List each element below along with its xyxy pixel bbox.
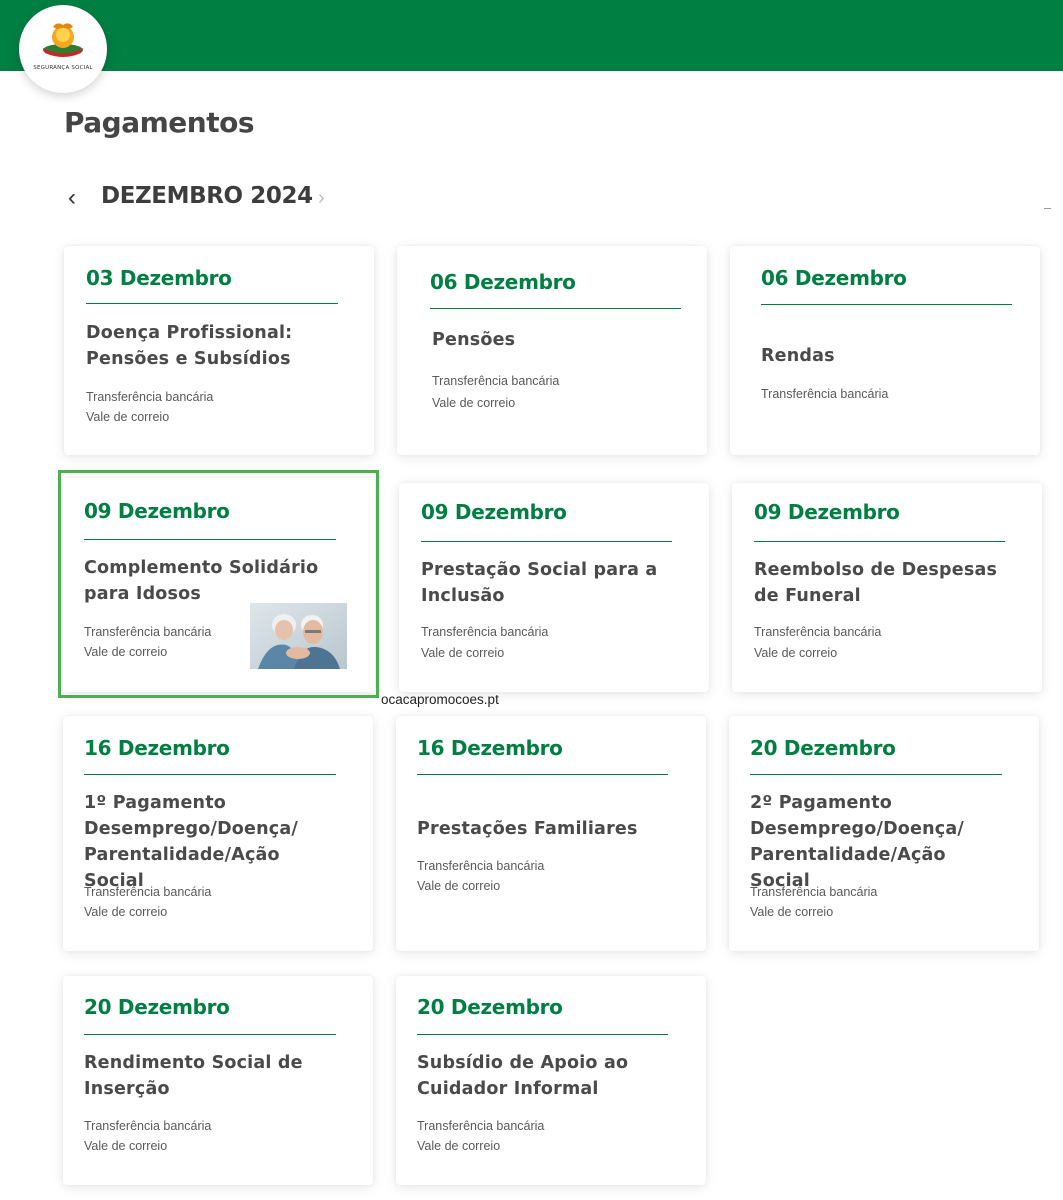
card-method: Vale de correio bbox=[754, 646, 838, 660]
card-date: 16 Dezembro bbox=[84, 736, 230, 760]
payment-card[interactable]: 03 Dezembro Doença Profissional: Pensões… bbox=[64, 246, 374, 455]
elderly-couple-photo bbox=[250, 603, 347, 669]
card-title: Complemento Solidário para Idosos bbox=[84, 558, 319, 604]
card-method: Vale de correio bbox=[417, 1139, 501, 1153]
card-divider bbox=[417, 774, 668, 775]
payment-card[interactable]: 16 Dezembro 1º Pagamento Desemprego/Doen… bbox=[63, 716, 373, 951]
card-date: 16 Dezembro bbox=[417, 736, 563, 760]
card-method: Transferência bancária bbox=[417, 1119, 545, 1133]
card-date: 06 Dezembro bbox=[761, 266, 907, 290]
card-title: Reembolso de Despesas de Funeral bbox=[754, 560, 998, 606]
card-method: Vale de correio bbox=[84, 645, 168, 659]
top-bar bbox=[0, 0, 1063, 71]
card-method: Transferência bancária bbox=[84, 885, 212, 899]
card-method: Transferência bancária bbox=[761, 387, 889, 401]
card-method: Transferência bancária bbox=[84, 1119, 212, 1133]
card-method: Transferência bancária bbox=[432, 374, 560, 388]
page-title: Pagamentos bbox=[64, 106, 255, 139]
card-divider bbox=[421, 541, 672, 542]
card-date: 03 Dezembro bbox=[86, 266, 232, 290]
card-divider bbox=[417, 1034, 668, 1035]
card-title: 1º Pagamento Desemprego/Doença/ Parental… bbox=[84, 793, 298, 891]
card-title: Pensões bbox=[432, 330, 516, 350]
payment-card[interactable]: 09 Dezembro Prestação Social para a Incl… bbox=[399, 483, 709, 692]
card-title: Rendimento Social de Inserção bbox=[84, 1053, 303, 1099]
card-title: Prestações Familiares bbox=[417, 819, 638, 839]
card-method: Transferência bancária bbox=[421, 625, 549, 639]
card-title: Rendas bbox=[761, 346, 835, 366]
payment-card[interactable]: 20 Dezembro Rendimento Social de Inserçã… bbox=[63, 976, 373, 1185]
card-date: 20 Dezembro bbox=[750, 736, 896, 760]
card-divider bbox=[84, 774, 336, 775]
card-divider bbox=[84, 539, 336, 540]
chevron-right-icon[interactable]: › bbox=[318, 183, 334, 213]
payment-card[interactable]: 06 Dezembro Pensões Transferência bancár… bbox=[397, 246, 707, 455]
logo-emblem-icon bbox=[43, 23, 83, 57]
card-method: Vale de correio bbox=[417, 879, 501, 893]
card-method: Transferência bancária bbox=[84, 625, 212, 639]
card-date: 09 Dezembro bbox=[84, 499, 230, 523]
card-date: 09 Dezembro bbox=[754, 500, 900, 524]
card-method: Vale de correio bbox=[84, 1139, 168, 1153]
payment-card[interactable]: 20 Dezembro Subsídio de Apoio ao Cuidado… bbox=[396, 976, 706, 1185]
card-method: Vale de correio bbox=[432, 396, 516, 410]
logo-text: SEGURANÇA SOCIAL bbox=[33, 65, 93, 71]
card-method: Transferência bancária bbox=[750, 885, 878, 899]
seguranca-social-logo[interactable]: SEGURANÇA SOCIAL bbox=[19, 5, 107, 93]
watermark-text: ocacapromocoes.pt bbox=[381, 692, 499, 707]
chevron-left-icon[interactable]: ‹ bbox=[68, 183, 88, 213]
card-date: 06 Dezembro bbox=[430, 270, 576, 294]
card-date: 20 Dezembro bbox=[84, 995, 230, 1019]
card-method: Transferência bancária bbox=[417, 859, 545, 873]
card-divider bbox=[430, 308, 681, 309]
card-title: Doença Profissional: Pensões e Subsídios bbox=[86, 323, 293, 369]
card-divider bbox=[84, 1034, 336, 1035]
divider bbox=[1044, 208, 1051, 209]
card-divider bbox=[86, 303, 338, 304]
card-divider bbox=[754, 541, 1005, 542]
card-method: Vale de correio bbox=[421, 646, 505, 660]
payment-card[interactable]: 06 Dezembro Rendas Transferência bancári… bbox=[730, 246, 1040, 455]
month-label: DEZEMBRO 2024 bbox=[101, 183, 313, 209]
card-date: 20 Dezembro bbox=[417, 995, 563, 1019]
card-method: Vale de correio bbox=[86, 410, 170, 424]
card-method: Transferência bancária bbox=[86, 390, 214, 404]
card-title: Prestação Social para a Inclusão bbox=[421, 560, 658, 606]
payment-card[interactable]: 20 Dezembro 2º Pagamento Desemprego/Doen… bbox=[729, 716, 1039, 951]
card-date: 09 Dezembro bbox=[421, 500, 567, 524]
card-method: Vale de correio bbox=[750, 905, 834, 919]
card-divider bbox=[761, 304, 1012, 305]
card-title: 2º Pagamento Desemprego/Doença/ Parental… bbox=[750, 793, 964, 891]
card-method: Vale de correio bbox=[84, 905, 168, 919]
card-title: Subsídio de Apoio ao Cuidador Informal bbox=[417, 1053, 629, 1099]
payment-card[interactable]: 09 Dezembro Reembolso de Despesas de Fun… bbox=[732, 483, 1042, 692]
card-divider bbox=[750, 774, 1002, 775]
payment-card[interactable]: 16 Dezembro Prestações Familiares Transf… bbox=[396, 716, 706, 951]
card-method: Transferência bancária bbox=[754, 625, 882, 639]
